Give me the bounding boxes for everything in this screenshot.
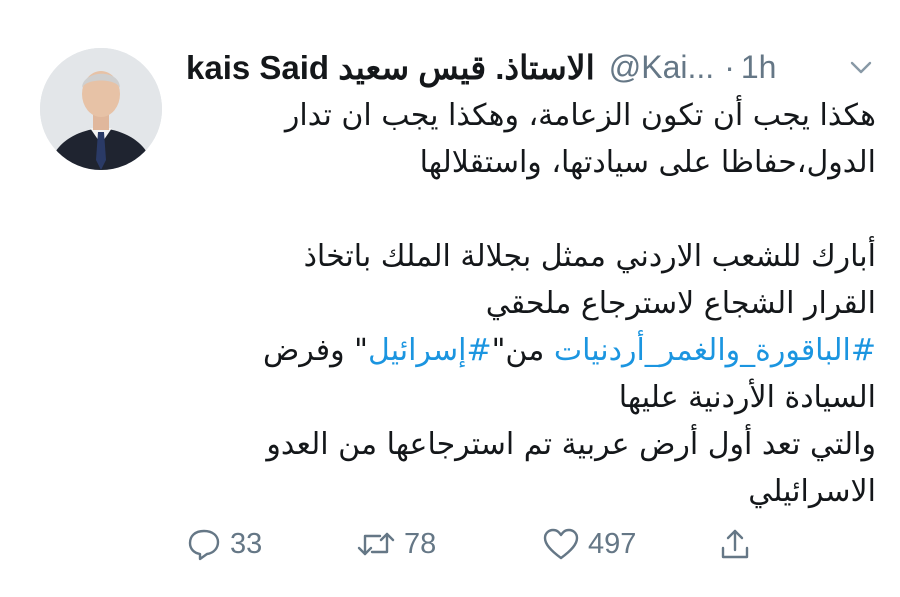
reply-button[interactable]: 33 xyxy=(186,522,262,566)
reply-count: 33 xyxy=(230,527,263,560)
avatar-image xyxy=(40,48,162,170)
tweet-line: السيادة الأردنية عليها xyxy=(618,380,876,415)
retweet-button[interactable]: 78 xyxy=(356,522,436,566)
avatar[interactable] xyxy=(40,48,162,170)
hashtag-line: #الباقورة_والغمر_أردنيات من"#إسرائيل" وف… xyxy=(186,327,876,374)
author-handle[interactable]: @Kai... xyxy=(609,49,714,86)
share-icon xyxy=(721,529,749,559)
hashtag-link[interactable]: #إسرائيل xyxy=(368,333,492,368)
tweet-line: القرار الشجاع لاسترجاع ملحقي xyxy=(485,286,876,321)
share-button[interactable] xyxy=(718,522,760,566)
tweet-line: أبارك للشعب الاردني ممثل بجلالة الملك با… xyxy=(303,239,876,274)
tweet-timestamp[interactable]: 1h xyxy=(741,49,777,86)
tweet-text: هكذا يجب أن تكون الزعامة، وهكذا يجب ان ت… xyxy=(186,92,876,515)
hashtag-link[interactable]: #الباقورة_والغمر_أردنيات xyxy=(554,333,876,368)
tweet-line: الدول،حفاظا على سيادتها، واستقلالها xyxy=(419,145,876,180)
tweet-text-fragment: " وفرض xyxy=(262,333,368,368)
tweet-text-fragment: من" xyxy=(491,333,554,368)
like-button[interactable]: 497 xyxy=(542,522,636,566)
tweet-line: الاسرائيلي xyxy=(748,474,876,509)
heart-icon xyxy=(543,528,579,560)
like-count: 497 xyxy=(588,527,637,560)
tweet-line: هكذا يجب أن تكون الزعامة، وهكذا يجب ان ت… xyxy=(284,98,876,133)
tweet-line: والتي تعد أول أرض عربية تم استرجاعها من … xyxy=(266,427,876,462)
separator-dot: · xyxy=(724,48,735,85)
tweet: kais Said الاستاذ. قيس سعيد @Kai... · 1h… xyxy=(0,0,900,597)
tweet-actions: 33 78 497 xyxy=(186,522,786,566)
retweet-count: 78 xyxy=(404,527,437,560)
reply-icon xyxy=(188,529,220,561)
author-name[interactable]: kais Said الاستاذ. قيس سعيد xyxy=(186,48,595,87)
tweet-header: kais Said الاستاذ. قيس سعيد @Kai... · 1h xyxy=(186,42,876,92)
retweet-icon xyxy=(357,532,395,556)
chevron-down-icon[interactable] xyxy=(846,52,876,82)
